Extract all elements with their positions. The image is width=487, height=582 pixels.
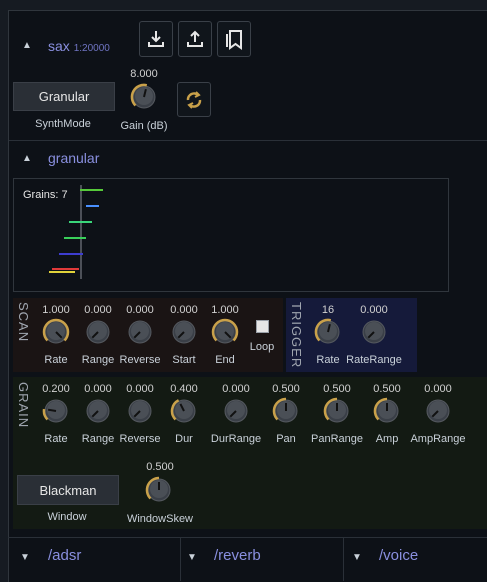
download-icon [148,31,164,47]
trigger-raterange-knob[interactable] [360,318,388,346]
synthmode-label: SynthMode [35,118,91,130]
grain-pan-value: 0.500 [272,383,300,395]
grain-dur-value: 0.400 [170,383,198,395]
scan-end-label: End [215,354,235,366]
scan-range-knob[interactable] [84,318,112,346]
loop-label: Loop [249,341,275,353]
grain-pan-knob[interactable] [272,397,300,425]
trigger-raterange-value: 0.000 [360,304,388,316]
synthmode-button[interactable]: Granular [13,82,115,111]
window-label: Window [47,511,87,523]
scan-rate-knob[interactable] [42,318,70,346]
collapse-sax-icon[interactable]: ▲ [22,40,32,51]
download-button[interactable] [139,21,173,57]
windowskew-knob[interactable] [145,476,173,504]
section-reverb-title[interactable]: /reverb [214,547,261,564]
trigger-rate-knob[interactable] [314,318,342,346]
divider [343,537,344,581]
sax-title-text: sax [48,38,70,54]
scan-reverse-knob[interactable] [126,318,154,346]
presets-button[interactable] [217,21,251,57]
grain-panrange-value: 0.500 [323,383,351,395]
refresh-button[interactable] [177,82,211,117]
grain-amp-value: 0.500 [373,383,401,395]
grain-rate-knob[interactable] [42,397,70,425]
divider [9,140,487,141]
bookmarks-icon [226,30,242,50]
grain-amprange-value: 0.000 [424,383,452,395]
windowskew-label: WindowSkew [126,513,194,525]
sax-subtitle: 1:20000 [73,43,110,54]
trigger-raterange-label: RateRange [346,354,402,366]
expand-reverb-icon[interactable]: ▼ [187,552,197,563]
grain-durrange-knob[interactable] [222,397,250,425]
upload-icon [187,30,203,47]
grains-visualization [49,185,103,279]
upload-button[interactable] [178,21,212,57]
gain-label: Gain (dB) [120,120,168,132]
grain-amprange-knob[interactable] [424,397,452,425]
gain-value: 8.000 [130,68,158,80]
window-button[interactable]: Blackman [17,475,119,505]
scan-end-knob[interactable] [211,318,239,346]
refresh-icon [186,90,202,109]
loop-checkbox[interactable] [256,320,269,333]
grain-dur-knob[interactable] [170,397,198,425]
grain-amp-knob[interactable] [373,397,401,425]
section-adsr-title[interactable]: /adsr [48,547,81,564]
grain-range-knob[interactable] [84,397,112,425]
scan-end-value: 1.000 [211,304,239,316]
collapse-granular-icon[interactable]: ▲ [22,153,32,164]
gain-knob[interactable] [130,83,158,111]
grains-display: Grains: 7 [13,178,449,292]
grain-panrange-knob[interactable] [323,397,351,425]
section-sax-title[interactable]: sax 1:20000 [48,38,110,54]
grain-durrange-value: 0.000 [222,383,250,395]
divider [8,537,487,538]
grain-reverse-knob[interactable] [126,397,154,425]
expand-voice-icon[interactable]: ▼ [352,552,362,563]
section-voice-title[interactable]: /voice [379,547,418,564]
windowskew-value: 0.500 [146,461,174,473]
grain-amprange-label: AmpRange [410,433,466,445]
scan-start-knob[interactable] [170,318,198,346]
divider [180,537,181,581]
expand-adsr-icon[interactable]: ▼ [20,552,30,563]
section-granular-title[interactable]: granular [48,150,99,166]
